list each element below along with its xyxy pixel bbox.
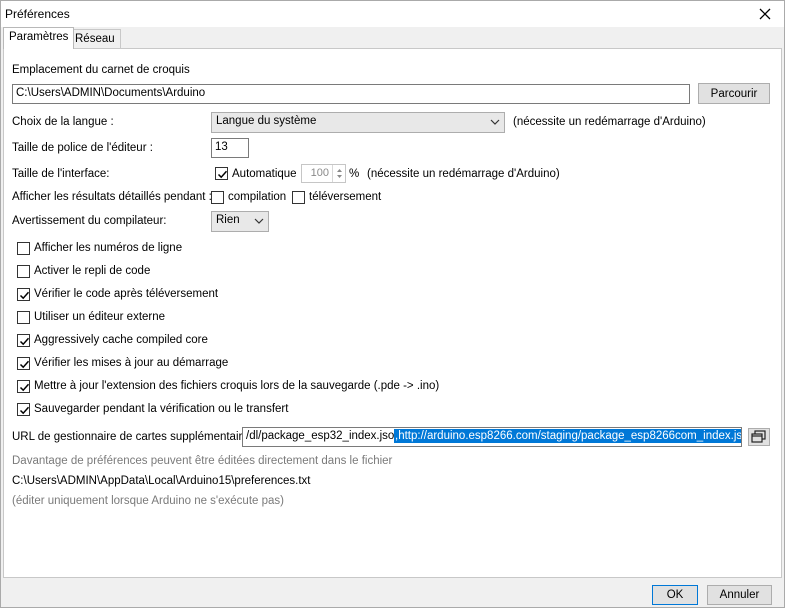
board-urls-plain-text: /dl/package_esp32_index.json xyxy=(246,430,401,442)
tab-label: Réseau xyxy=(75,33,115,45)
auto-scale-checkbox[interactable] xyxy=(215,167,228,180)
auto-scale-label: Automatique xyxy=(232,168,297,180)
option-checkbox-check-updates[interactable] xyxy=(17,357,30,370)
tab-strip: Paramètres Réseau xyxy=(1,27,784,49)
option-label-line-numbers: Afficher les numéros de ligne xyxy=(34,242,183,254)
sketchbook-path-field[interactable]: C:\Users\ADMIN\Documents\Arduino xyxy=(12,84,690,104)
language-selected-value: Langue du système xyxy=(216,115,317,127)
cancel-button-label: Annuler xyxy=(719,589,760,601)
tab-reseau[interactable]: Réseau xyxy=(69,29,121,49)
close-icon xyxy=(759,8,771,20)
board-urls-field[interactable]: /dl/package_esp32_index.json ,http://ard… xyxy=(242,427,742,447)
board-urls-selected-text: ,http://arduino.esp8266.com/staging/pack… xyxy=(394,429,741,443)
option-checkbox-line-numbers[interactable] xyxy=(17,242,30,255)
edit-only-when-closed-note: (éditer uniquement lorsque Arduino ne s'… xyxy=(12,495,284,507)
option-checkbox-cache-core[interactable] xyxy=(17,334,30,347)
sketchbook-label: Emplacement du carnet de croquis xyxy=(12,64,190,76)
chevron-down-icon xyxy=(254,218,264,224)
browse-button-label: Parcourir xyxy=(710,87,758,100)
title-bar: Préférences xyxy=(1,1,784,27)
option-label-external-editor: Utiliser un éditeur externe xyxy=(34,311,166,323)
scale-spinner[interactable]: 100 xyxy=(301,164,346,183)
option-checkbox-external-editor[interactable] xyxy=(17,311,30,324)
ok-button[interactable]: OK xyxy=(652,585,698,605)
font-size-value: 13 xyxy=(215,141,228,153)
ok-button-label: OK xyxy=(666,589,684,601)
spinner-up-down-icon xyxy=(337,169,342,178)
scale-unit: % xyxy=(349,168,360,180)
cancel-button[interactable]: Annuler xyxy=(707,585,772,605)
option-checkbox-code-folding[interactable] xyxy=(17,265,30,278)
verbose-compilation-label: compilation xyxy=(228,191,287,203)
compiler-warnings-value: Rien xyxy=(216,214,240,226)
window-list-icon xyxy=(751,430,766,443)
chevron-down-icon xyxy=(490,119,500,125)
scale-restart-note: (nécessite un redémarrage d'Arduino) xyxy=(367,168,560,180)
option-label-check-updates: Vérifier les mises à jour au démarrage xyxy=(34,357,229,369)
check-icon xyxy=(19,337,30,346)
check-icon xyxy=(19,360,30,369)
scale-value: 100 xyxy=(310,167,329,179)
option-label-code-folding: Activer le repli de code xyxy=(34,265,151,277)
tab-label: Paramètres xyxy=(9,31,69,43)
check-icon xyxy=(19,291,30,300)
option-label-update-extension: Mettre à jour l'extension des fichiers c… xyxy=(34,380,440,392)
browse-button[interactable]: Parcourir xyxy=(698,83,770,104)
check-icon xyxy=(19,383,30,392)
compiler-warnings-label: Avertissement du compilateur: xyxy=(12,215,167,227)
verbose-upload-checkbox[interactable] xyxy=(292,191,305,204)
check-icon xyxy=(217,170,228,179)
verbose-upload-label: téléversement xyxy=(309,191,382,203)
compiler-warnings-select[interactable]: Rien xyxy=(211,211,269,232)
option-checkbox-verify-after-upload[interactable] xyxy=(17,288,30,301)
preferences-window: Préférences Paramètres Réseau Emplacemen… xyxy=(0,0,785,608)
sketchbook-path-value: C:\Users\ADMIN\Documents\Arduino xyxy=(16,87,206,99)
interface-scale-label: Taille de l'interface: xyxy=(12,168,110,180)
language-label: Choix de la langue : xyxy=(12,116,114,128)
option-label-cache-core: Aggressively cache compiled core xyxy=(34,334,208,346)
more-prefs-note: Davantage de préférences peuvent être éd… xyxy=(12,455,393,467)
verbose-label: Afficher les résultats détaillés pendant… xyxy=(12,191,212,203)
language-select[interactable]: Langue du système xyxy=(211,112,505,133)
close-button[interactable] xyxy=(752,3,778,25)
board-urls-label: URL de gestionnaire de cartes supplément… xyxy=(12,431,255,443)
font-size-field[interactable]: 13 xyxy=(211,138,249,158)
prefs-file-path: C:\Users\ADMIN\AppData\Local\Arduino15\p… xyxy=(12,475,311,487)
board-urls-edit-button[interactable] xyxy=(748,428,770,446)
verbose-compilation-checkbox[interactable] xyxy=(211,191,224,204)
check-icon xyxy=(19,406,30,415)
option-checkbox-save-on-verify[interactable] xyxy=(17,403,30,416)
window-title: Préférences xyxy=(5,7,70,21)
option-label-save-on-verify: Sauvegarder pendant la vérification ou l… xyxy=(34,403,289,415)
option-label-verify-after-upload: Vérifier le code après téléversement xyxy=(34,288,219,300)
language-restart-note: (nécessite un redémarrage d'Arduino) xyxy=(513,116,706,128)
option-checkbox-update-extension[interactable] xyxy=(17,380,30,393)
tab-parametres[interactable]: Paramètres xyxy=(3,27,75,49)
font-size-label: Taille de police de l'éditeur : xyxy=(12,142,153,154)
spinner-arrows[interactable] xyxy=(332,165,345,182)
